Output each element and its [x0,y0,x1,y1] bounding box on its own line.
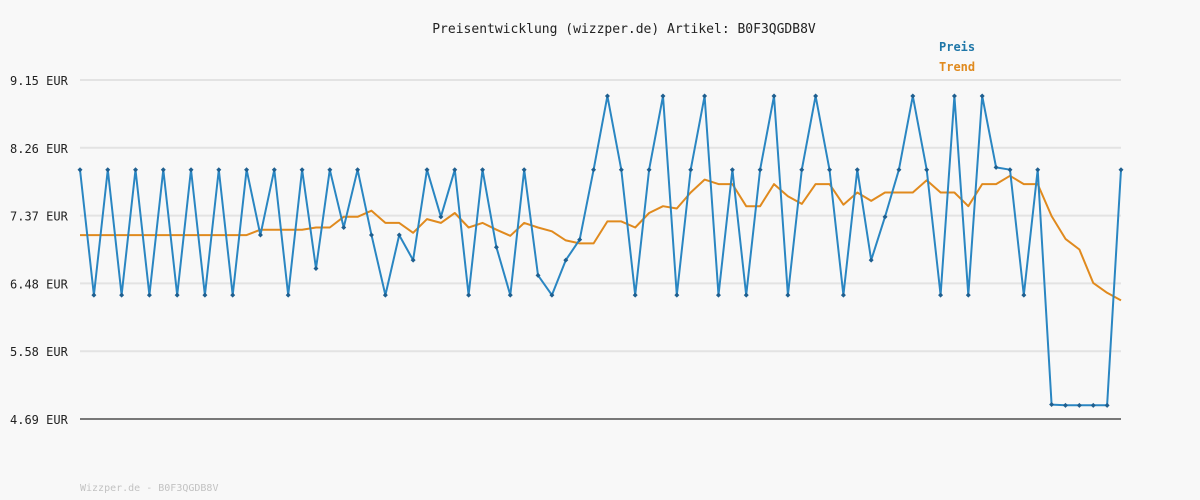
preis-point [230,292,236,298]
preis-point [813,93,819,99]
preis-point [896,167,902,173]
preis-point [743,292,749,298]
preis-point [702,93,708,99]
preis-point [91,292,97,298]
preis-point [910,93,916,99]
preis-point [160,167,166,173]
preis-point [924,167,930,173]
preis-point [146,292,152,298]
preis-point [424,167,430,173]
series-preis [77,93,1124,408]
preis-point [521,167,527,173]
preis-point [993,164,999,170]
preis-point [313,266,319,272]
preis-point [938,292,944,298]
preis-point [840,292,846,298]
preis-point [799,167,805,173]
preis-point [660,93,666,99]
preis-point [341,224,347,230]
preis-point [355,167,361,173]
preis-point [1021,292,1027,298]
preis-point [1035,167,1041,173]
preis-point [785,292,791,298]
y-tick-label: 8.26 EUR [10,142,69,156]
preis-point [105,167,111,173]
preis-point [674,292,680,298]
preis-point [688,167,694,173]
preis-point [202,292,208,298]
preis-point [854,167,860,173]
price-chart: Preisentwicklung (wizzper.de) Artikel: B… [10,22,1124,494]
preis-point [951,93,957,99]
series-layer [77,93,1124,408]
preis-point [715,292,721,298]
preis-point [646,167,652,173]
preis-point [618,167,624,173]
preis-point [285,292,291,298]
preis-point [771,93,777,99]
preis-point [1007,167,1013,173]
preis-point [480,167,486,173]
preis-point [493,244,499,250]
preis-point [244,167,250,173]
preis-point [1049,402,1055,408]
preis-line [79,95,1122,407]
legend: Preis Trend [939,40,975,74]
preis-point [1076,402,1082,408]
preis-point [466,292,472,298]
preis-point [77,167,83,173]
preis-point [827,167,833,173]
preis-point [452,167,458,173]
preis-point [257,232,263,238]
preis-point [729,167,735,173]
preis-point [216,167,222,173]
preis-point [271,167,277,173]
legend-item-trend: Trend [939,60,975,74]
preis-point [507,292,513,298]
y-tick-label: 4.69 EUR [10,413,69,427]
preis-point [757,167,763,173]
preis-point [965,292,971,298]
y-tick-label: 5.58 EUR [10,345,69,359]
y-tick-label: 6.48 EUR [10,277,69,291]
preis-point [382,292,388,298]
preis-point [368,232,374,238]
preis-point [1090,402,1096,408]
preis-point [632,292,638,298]
y-tick-label: 9.15 EUR [10,74,69,88]
preis-point [1062,402,1068,408]
legend-item-preis: Preis [939,40,975,54]
chart-title: Preisentwicklung (wizzper.de) Artikel: B… [432,22,816,37]
preis-point [188,167,194,173]
preis-point [119,292,125,298]
preis-point [133,167,139,173]
preis-point [299,167,305,173]
preis-point [979,93,985,99]
preis-point [1118,167,1124,173]
preis-point [327,167,333,173]
preis-point [174,292,180,298]
preis-point [868,257,874,263]
y-axis: 9.15 EUR 8.26 EUR 7.37 EUR 6.48 EUR 5.58 EUR… [10,74,1121,427]
footer-watermark: Wizzper.de - B0F3QGDB8V [80,483,218,494]
preis-point [591,167,597,173]
y-tick-label: 7.37 EUR [10,210,69,224]
preis-point [1104,402,1110,408]
preis-point [604,93,610,99]
